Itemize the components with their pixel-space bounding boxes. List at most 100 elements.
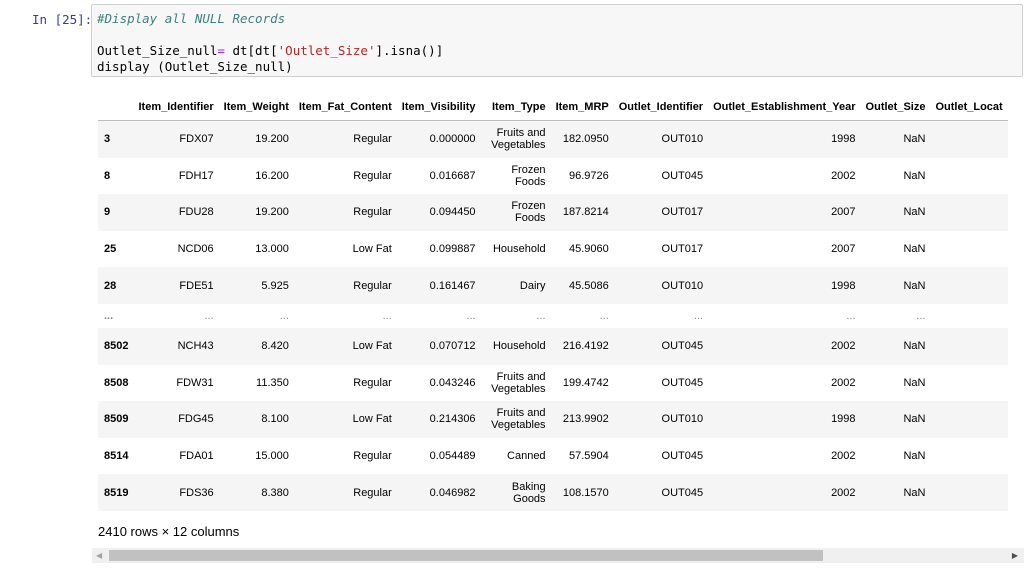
table-cell: Fruits and Vegetables (480, 401, 551, 438)
column-header: Item_Type (480, 94, 551, 121)
table-cell: Low Fat (293, 327, 397, 365)
table-cell: OUT010 (613, 120, 709, 158)
table-cell: 2002 (708, 474, 861, 511)
table-cell: NaN (903, 243, 926, 256)
table-cell: 0.070712 (396, 327, 481, 365)
scrollbar-thumb[interactable] (109, 550, 823, 561)
code-expr-start: dt[dt[ (224, 43, 278, 58)
table-cell: 108.1570 (550, 474, 614, 511)
table-cell: Low Fat (293, 401, 397, 438)
table-cell: 45.5086 (550, 267, 614, 304)
dataframe-table: Item_Identifier Item_Weight Item_Fat_Con… (98, 94, 1008, 511)
table-cell: Baking Goods (480, 474, 551, 511)
column-header: Outlet_Identifier (613, 94, 709, 121)
scroll-left-arrow-icon[interactable]: ◀ (96, 551, 102, 560)
table-cell: Regular (293, 474, 397, 511)
table-cell (930, 438, 1007, 475)
table-cell: 13.000 (255, 243, 289, 256)
table-cell: 2002 (708, 327, 861, 365)
column-header: Item_Fat_Content (293, 94, 397, 121)
table-cell: FDX07 (133, 120, 219, 158)
row-index: 28 (98, 267, 134, 304)
table-cell: OUT010 (613, 267, 709, 304)
table-cell: OUT045 (661, 376, 704, 389)
table-cell: NaN (860, 194, 931, 231)
code-expr-end: ].isna()] (375, 43, 444, 58)
table-cell: 0.016687 (429, 169, 476, 182)
table-cell: 0.214306 (396, 401, 481, 438)
table-cell: 16.200 (255, 169, 289, 182)
code-line-display: display (Outlet_Size_null) (97, 59, 293, 74)
dataframe-output: Item_Identifier Item_Weight Item_Fat_Con… (98, 94, 1024, 514)
table-cell: Dairy (480, 267, 551, 304)
table-cell: Regular (293, 267, 397, 304)
code-comment: #Display all NULL Records (97, 11, 286, 26)
table-cell (930, 267, 1008, 304)
table-cell: 2002 (831, 169, 856, 182)
table-cell: 8.100 (218, 401, 294, 438)
scroll-right-arrow-icon[interactable]: ▶ (1012, 551, 1018, 560)
table-cell: Fruits and Vegetables (480, 120, 551, 158)
table-cell: 0.099887 (429, 243, 476, 256)
code-operator: = (217, 43, 225, 58)
horizontal-scrollbar[interactable]: ◀ ▶ (92, 548, 1024, 563)
table-cell: OUT017 (661, 243, 704, 256)
table-row: 8509 FDG45 8.100 Low Fat 0.214306 Fruits and … (98, 401, 1008, 438)
table-row: 8502 NCH43 8.420 Low Fat 0.070712 Household 21… (98, 327, 1008, 365)
table-cell: 2002 (831, 376, 856, 389)
table-cell: NaN (903, 169, 926, 182)
code-editor[interactable]: #Display all NULL Records Outlet_Size_nu… (91, 4, 1023, 77)
table-cell: 96.9726 (568, 169, 609, 182)
table-cell: FDU28 (133, 194, 219, 231)
table-cell: 199.4742 (562, 376, 609, 389)
table-cell: NaN (903, 376, 926, 389)
table-row-ellipsis: .............................. (98, 304, 1008, 328)
table-cell: 2007 (831, 243, 856, 256)
table-cell: 5.925 (218, 267, 294, 304)
column-header: Item_Weight (218, 94, 294, 121)
table-cell: FDG45 (133, 401, 219, 438)
table-cell: ... (536, 309, 546, 322)
table-cell: 15.000 (255, 450, 289, 463)
table-cell: Regular (353, 376, 392, 389)
table-cell: 187.8214 (550, 194, 614, 231)
table-cell (930, 304, 1007, 328)
table-cell: Frozen Foods (511, 163, 546, 188)
table-cell: Regular (353, 169, 392, 182)
table-row: 8519 FDS36 8.380 Regular 0.046982 Baking Good… (98, 474, 1008, 511)
table-cell: ... (382, 309, 392, 322)
table-cell: 0.054489 (429, 450, 476, 463)
table-cell: 11.350 (256, 376, 289, 389)
table-cell: NCD06 (177, 243, 214, 256)
table-row: 25 NCD06 13.000 Low Fat 0.099887 Household 45.… (98, 231, 1008, 268)
column-header: Item_MRP (550, 94, 614, 121)
table-cell: 1998 (708, 267, 861, 304)
column-header: Outlet_Locat (930, 94, 1008, 121)
table-row: 8508 FDW31 11.350 Regular 0.043246 Fruits and… (98, 365, 1008, 402)
column-header: Item_Visibility (396, 94, 481, 121)
table-cell: OUT017 (613, 194, 709, 231)
table-cell: OUT045 (661, 169, 704, 182)
table-cell: OUT045 (661, 450, 704, 463)
table-cell: OUT045 (613, 327, 709, 365)
table-cell: 213.9902 (550, 401, 614, 438)
table-row: 8 FDH17 16.200 Regular 0.016687 Frozen Foods 9… (98, 158, 1008, 195)
table-cell: FDE51 (133, 267, 219, 304)
row-index: ... (104, 309, 114, 322)
table-cell (930, 120, 1008, 158)
column-header: Item_Identifier (133, 94, 219, 121)
row-index: 8508 (104, 376, 129, 389)
table-cell: 1998 (708, 401, 861, 438)
table-cell: FDA01 (179, 450, 214, 463)
table-cell: 2007 (708, 194, 861, 231)
table-cell: Household (492, 243, 546, 256)
table-cell: Household (480, 327, 551, 365)
table-cell (930, 474, 1008, 511)
table-cell: Frozen Foods (480, 194, 551, 231)
table-cell: 0.161467 (396, 267, 481, 304)
table-cell (930, 365, 1007, 402)
table-cell: NaN (860, 401, 931, 438)
table-cell: OUT045 (613, 474, 709, 511)
table-row: 3 FDX07 19.200 Regular 0.000000 Fruits and Ve… (98, 120, 1008, 158)
dataframe-shape-summary: 2410 rows × 12 columns (98, 524, 240, 539)
